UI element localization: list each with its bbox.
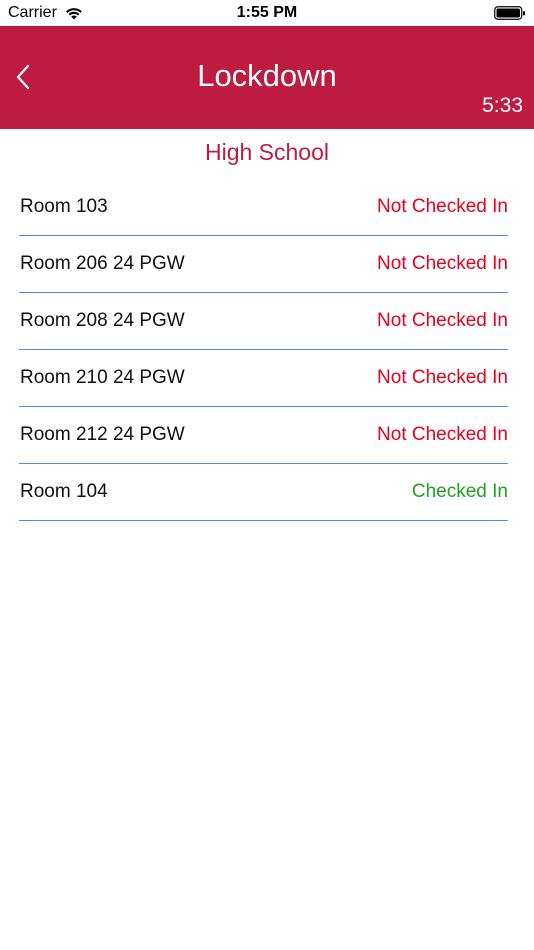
room-name: Room 104 — [20, 481, 108, 502]
room-list: Room 103 Not Checked In Room 206 24 PGW … — [19, 179, 508, 521]
room-name: Room 103 — [20, 196, 108, 217]
room-status: Not Checked In — [377, 253, 508, 274]
room-status: Not Checked In — [377, 424, 508, 445]
room-row[interactable]: Room 208 24 PGW Not Checked In — [19, 293, 508, 350]
room-name: Room 208 24 PGW — [20, 310, 185, 331]
room-status: Not Checked In — [377, 310, 508, 331]
battery-icon — [494, 6, 525, 20]
status-bar: Carrier 1:55 PM — [0, 0, 534, 26]
room-status: Checked In — [411, 481, 508, 502]
room-row[interactable]: Room 103 Not Checked In — [19, 179, 508, 236]
room-row[interactable]: Room 210 24 PGW Not Checked In — [19, 350, 508, 407]
room-name: Room 212 24 PGW — [20, 424, 185, 445]
room-status: Not Checked In — [377, 367, 508, 388]
school-name: High School — [204, 139, 330, 165]
room-name: Room 206 24 PGW — [20, 253, 185, 274]
status-time: 1:55 PM — [236, 4, 298, 21]
page-title: Lockdown — [197, 58, 337, 93]
room-row[interactable]: Room 104 Checked In — [19, 464, 508, 521]
room-name: Room 210 24 PGW — [20, 367, 185, 388]
room-row[interactable]: Room 212 24 PGW Not Checked In — [19, 407, 508, 464]
countdown-timer: 5:33 — [482, 94, 523, 117]
room-status: Not Checked In — [377, 196, 508, 217]
room-row[interactable]: Room 206 24 PGW Not Checked In — [19, 236, 508, 293]
nav-header: Lockdown 5:33 — [0, 26, 534, 129]
